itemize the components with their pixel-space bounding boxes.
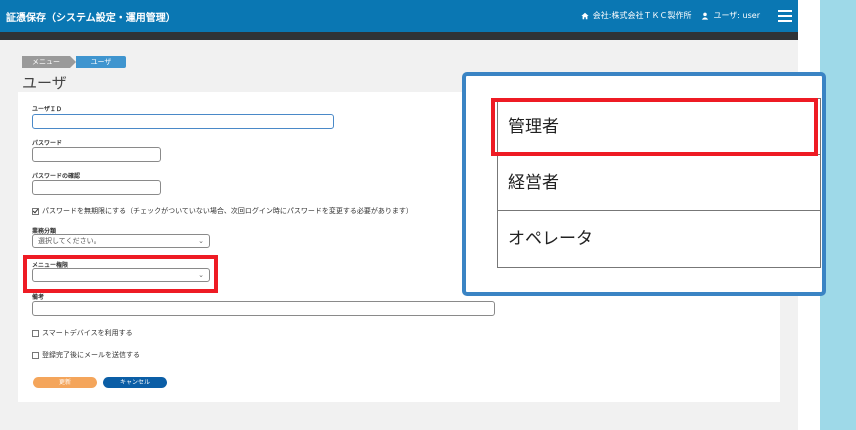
send-mail-label: 登録完了後にメールを送信する <box>42 351 140 359</box>
account-info: 会社:株式会社ＴＫＣ製作所 ユーザ: user <box>581 10 760 21</box>
send-mail-option[interactable]: 登録完了後にメールを送信する <box>32 350 140 360</box>
no-expire-label: パスワードを無期限にする（チェックがついていない場合、次回ログイン時にパスワード… <box>42 207 413 215</box>
send-mail-checkbox[interactable] <box>32 351 39 359</box>
password-input[interactable] <box>32 147 161 162</box>
business-type-select[interactable]: 選択してください。 ⌄ <box>32 234 210 248</box>
smart-device-label: スマートデバイスを利用する <box>42 329 133 337</box>
user-icon <box>701 12 709 20</box>
app-title: 証憑保存（システム設定・運用管理） <box>6 13 176 24</box>
menu-permission-highlight <box>23 255 218 293</box>
no-expire-option[interactable]: パスワードを無期限にする（チェックがついていない場合、次回ログイン時にパスワード… <box>32 206 413 216</box>
chevron-down-icon: ⌄ <box>198 237 204 245</box>
option-executive[interactable]: 経営者 <box>498 155 820 211</box>
option-operator[interactable]: オペレータ <box>498 211 820 267</box>
smart-device-option[interactable]: スマートデバイスを利用する <box>32 328 133 338</box>
update-button[interactable]: 更新 <box>33 377 97 388</box>
company-name: 会社:株式会社ＴＫＣ製作所 <box>592 11 692 20</box>
top-bar: 証憑保存（システム設定・運用管理） 会社:株式会社ＴＫＣ製作所 ユーザ: use… <box>0 0 798 32</box>
note-input[interactable] <box>32 301 495 316</box>
user-id-label: ユーザＩＤ <box>32 106 62 113</box>
breadcrumb-menu[interactable]: メニュー <box>22 56 76 68</box>
password-label: パスワード <box>32 140 63 147</box>
breadcrumb-user: ユーザ <box>76 56 126 68</box>
hamburger-menu-icon[interactable] <box>778 10 792 22</box>
user-id-input[interactable] <box>32 114 334 129</box>
sub-bar <box>0 32 798 40</box>
password-confirm-input[interactable] <box>32 180 161 195</box>
business-type-value: 選択してください。 <box>38 237 101 245</box>
page-title: ユーザ <box>22 74 67 92</box>
user-name: ユーザ: user <box>713 11 760 20</box>
home-icon[interactable] <box>581 12 589 20</box>
note-label: 備考 <box>32 294 45 301</box>
no-expire-checkbox[interactable] <box>32 207 39 215</box>
password-confirm-label: パスワードの確認 <box>32 173 81 180</box>
admin-option-highlight <box>491 98 818 156</box>
cancel-button[interactable]: キャンセル <box>103 377 167 388</box>
smart-device-checkbox[interactable] <box>32 329 39 337</box>
breadcrumb: メニュー ユーザ <box>22 56 126 68</box>
